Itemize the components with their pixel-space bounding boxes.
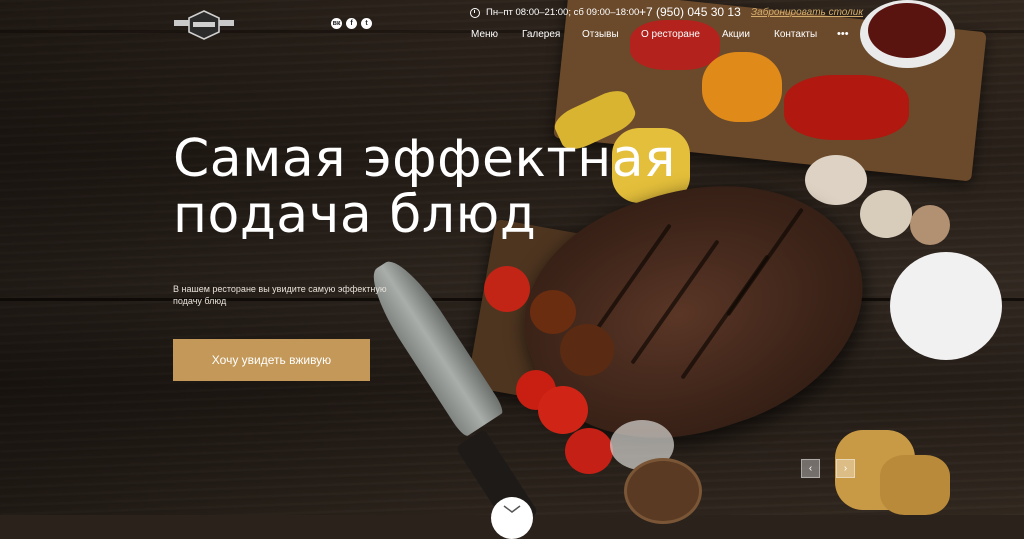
scroll-down-button[interactable] [491,497,533,539]
slider-prev-button[interactable]: ‹ [801,459,820,478]
nav-item-gallery[interactable]: Галерея [522,29,582,40]
yellow-pepper-image [702,52,782,122]
nav-item-contacts[interactable]: Контакты [774,29,817,40]
nav-item-promotions[interactable]: Акции [722,29,774,40]
sauce-bowl-image [890,252,1002,360]
facebook-icon[interactable]: f [346,18,357,29]
tomato-image [565,428,613,474]
nav-item-about[interactable]: О ресторане [641,29,722,40]
tomato-image [530,290,576,334]
opening-hours: Пн–пт 08:00–21:00; сб 09:00–18:00 [470,7,639,18]
twitter-icon[interactable]: t [361,18,372,29]
mushroom-image [805,155,867,205]
red-pepper-image [630,20,720,70]
clock-icon [470,7,480,18]
logo-badge[interactable] [187,10,221,40]
vk-icon[interactable]: вк [331,18,342,29]
tomato-image [538,386,588,434]
more-menu-icon[interactable]: ••• [837,28,849,40]
tomato-image [484,266,530,312]
phone-number[interactable]: +7 (950) 045 30 13 [639,5,741,19]
hero-subtitle: В нашем ресторане вы увидите самую эффек… [173,284,387,306]
reserve-table-link[interactable]: Забронировать столик [751,7,863,18]
mushroom-image [910,205,950,245]
opening-hours-text: Пн–пт 08:00–21:00; сб 09:00–18:00 [486,7,640,18]
hero-title: Самая эффектная подача блюд [173,129,676,245]
main-nav: Меню Галерея Отзывы О ресторане Акции Ко… [470,29,817,40]
potato-image [880,455,950,515]
salt-bowl-image [624,458,702,524]
tomato-image [560,324,614,376]
nav-item-reviews[interactable]: Отзывы [582,29,641,40]
social-links: вк f t [331,18,372,29]
mushroom-image [860,190,912,238]
sauce-image [868,3,946,58]
nav-item-menu[interactable]: Меню [471,29,522,40]
chevron-down-icon [503,505,521,513]
slider-next-button[interactable]: › [836,459,855,478]
red-pepper-image [784,75,909,140]
see-live-button[interactable]: Хочу увидеть вживую [173,339,370,381]
